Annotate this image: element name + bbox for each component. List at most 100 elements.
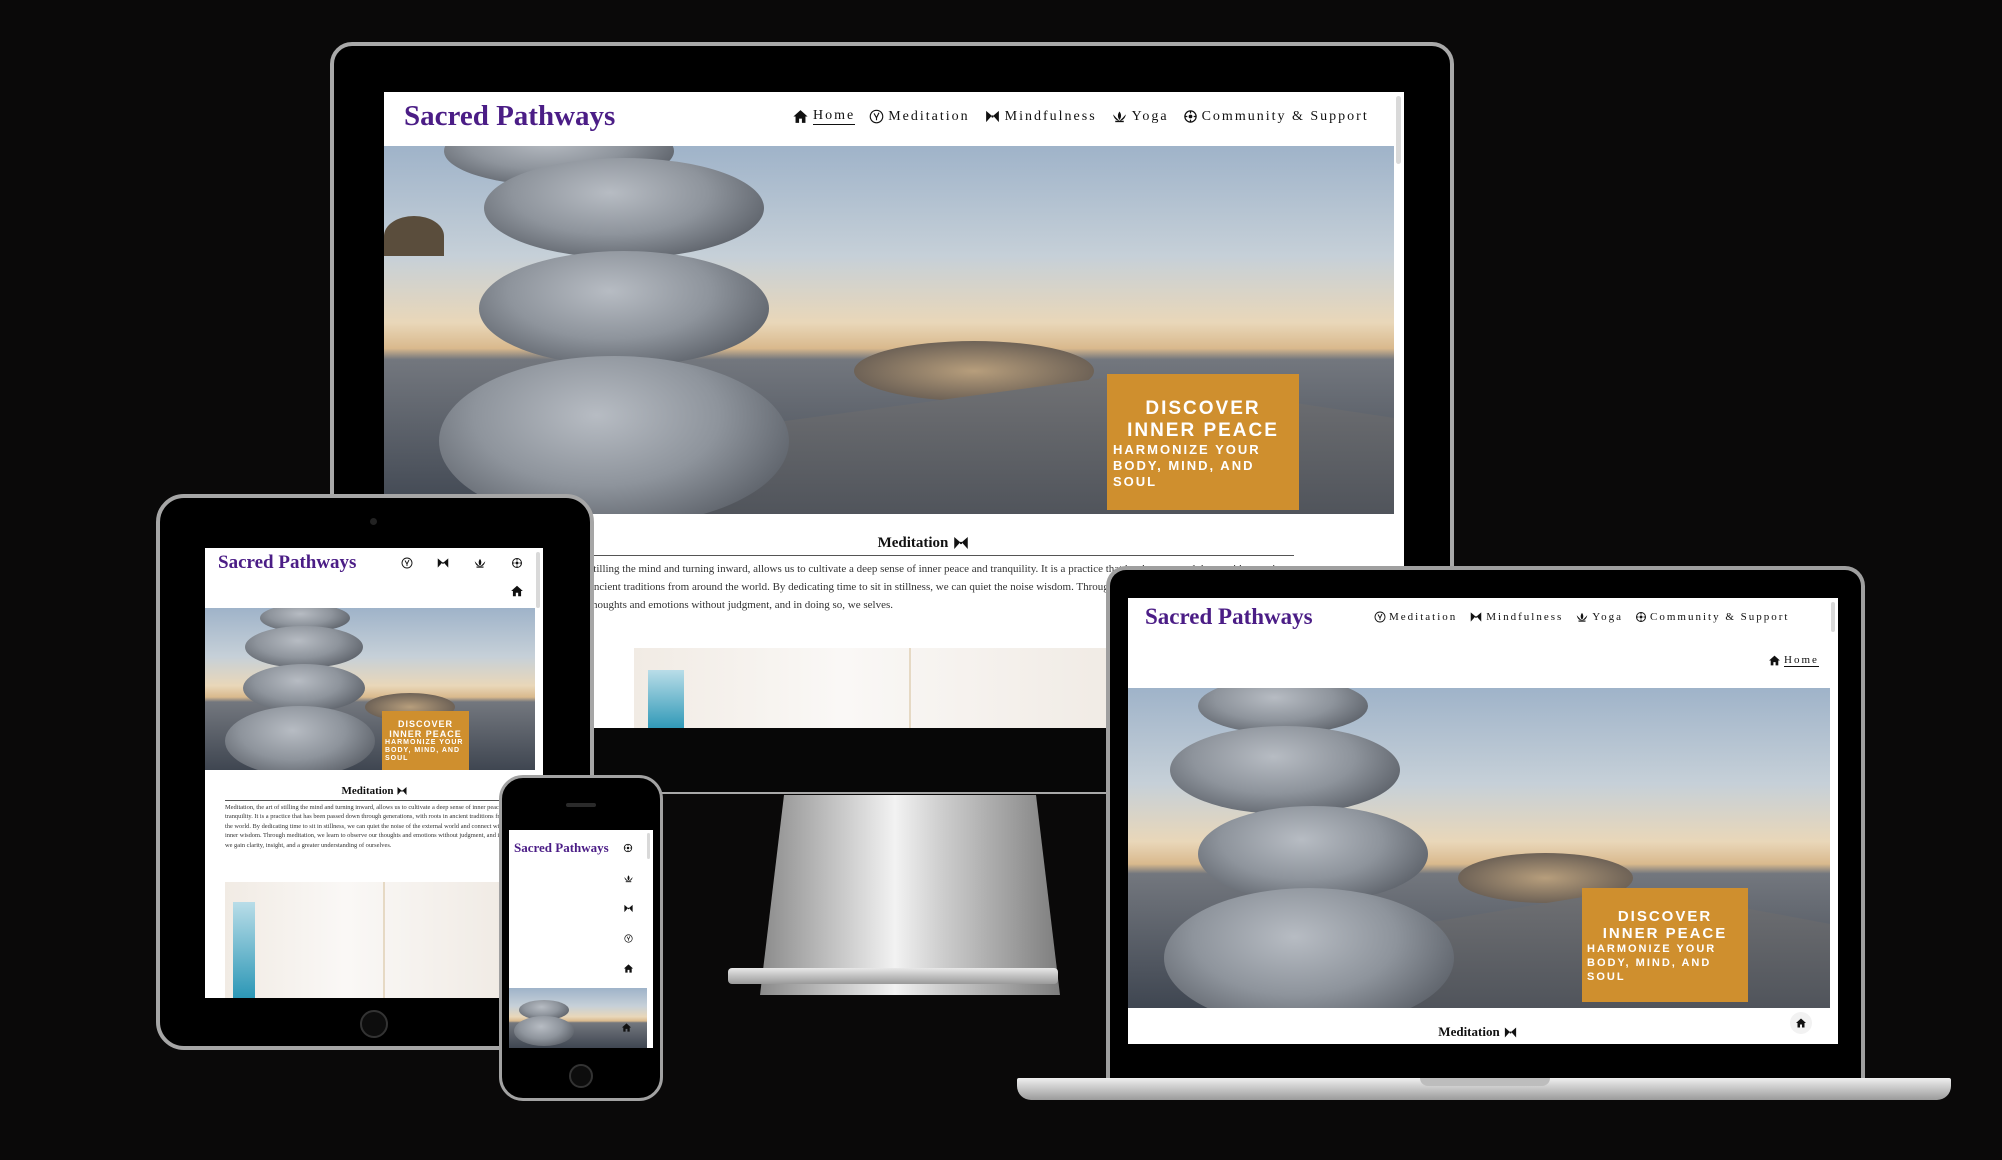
nav-home-row: Home bbox=[1768, 654, 1819, 667]
scrollbar[interactable] bbox=[536, 552, 540, 608]
tablet-home-button[interactable] bbox=[360, 1010, 388, 1038]
nav-community[interactable]: Community & Support bbox=[1183, 109, 1369, 125]
home-icon[interactable] bbox=[621, 1022, 632, 1033]
nav-mindfulness[interactable]: Mindfulness bbox=[984, 108, 1097, 125]
nav-yoga-label: Yoga bbox=[1131, 108, 1169, 124]
site-logo[interactable]: Sacred Pathways bbox=[514, 840, 609, 856]
hero-heading-line2: INNER PEACE bbox=[389, 729, 462, 739]
section-title: Meditation bbox=[764, 534, 1084, 552]
hero-subheading: HARMONIZE YOUR BODY, MIND, AND SOUL bbox=[1587, 943, 1717, 983]
nav-meditation[interactable]: Meditation bbox=[869, 109, 969, 125]
hero-subheading: HARMONIZE YOUR BODY, MIND, AND SOUL bbox=[385, 739, 464, 762]
home-icon[interactable] bbox=[510, 584, 524, 598]
home-icon bbox=[1768, 654, 1781, 667]
stone bbox=[245, 626, 363, 668]
stone bbox=[514, 1016, 574, 1046]
tablet-screen: Sacred Pathways DISCOVER INNER PEACE HAR… bbox=[205, 548, 543, 998]
stone bbox=[484, 158, 764, 258]
scrollbar[interactable] bbox=[1831, 602, 1835, 632]
laptop-screen: Sacred Pathways Meditation Mindfulness Y… bbox=[1128, 598, 1838, 1044]
site-logo[interactable]: Sacred Pathways bbox=[404, 100, 615, 133]
hero-image: DISCOVER INNER PEACE HARMONIZE YOUR BODY… bbox=[1128, 688, 1830, 1008]
section-title: Meditation bbox=[1388, 1024, 1568, 1040]
community-icon bbox=[1183, 109, 1198, 124]
nav-home[interactable]: Home bbox=[792, 108, 856, 125]
decor-image bbox=[634, 648, 1154, 728]
section-title-label: Meditation bbox=[341, 785, 394, 797]
divider bbox=[225, 800, 530, 801]
lotus-icon[interactable] bbox=[473, 556, 487, 570]
nav-home[interactable]: Home bbox=[1768, 654, 1819, 667]
main-nav: Home Meditation Mindfulness Yoga Communi… bbox=[792, 108, 1369, 125]
phone-speaker bbox=[566, 803, 596, 807]
stone bbox=[1170, 726, 1400, 814]
community-icon[interactable] bbox=[623, 843, 633, 853]
mindfulness-icon bbox=[952, 534, 970, 552]
nav-mindfulness-label: Mindfulness bbox=[1486, 611, 1564, 623]
divider bbox=[589, 555, 1294, 556]
section-title-label: Meditation bbox=[1438, 1024, 1500, 1039]
tablet-camera bbox=[370, 518, 377, 525]
decor-image bbox=[225, 882, 525, 998]
section-intro: Meditation, the art of stilling the mind… bbox=[225, 804, 528, 849]
phone-screen: Sacred Pathways bbox=[509, 830, 653, 1048]
hero-heading-line1: DISCOVER bbox=[397, 719, 453, 729]
nav-meditation[interactable]: Meditation bbox=[1374, 611, 1457, 623]
mindfulness-icon[interactable] bbox=[623, 903, 634, 914]
nav-yoga[interactable]: Yoga bbox=[1575, 610, 1623, 624]
meditation-icon[interactable] bbox=[401, 557, 413, 569]
site-logo[interactable]: Sacred Pathways bbox=[218, 552, 356, 574]
mindfulness-icon bbox=[1503, 1025, 1518, 1040]
lotus-icon[interactable] bbox=[623, 873, 634, 884]
nav-meditation-label: Meditation bbox=[888, 108, 970, 124]
nav-mindfulness-label: Mindfulness bbox=[1004, 108, 1097, 124]
stone bbox=[439, 356, 789, 514]
hero-heading-line1: DISCOVER bbox=[1617, 908, 1713, 925]
hero-cta-banner: DISCOVER INNER PEACE HARMONIZE YOUR BODY… bbox=[1582, 888, 1748, 1002]
main-nav: Meditation Mindfulness Yoga Community & … bbox=[1374, 610, 1789, 624]
section-title-label: Meditation bbox=[877, 534, 949, 551]
monitor-stand-foot bbox=[728, 968, 1058, 984]
hero-heading-line1: DISCOVER bbox=[1145, 398, 1261, 419]
home-icon[interactable] bbox=[623, 963, 634, 974]
section-title: Meditation bbox=[300, 785, 450, 797]
laptop-hinge-notch bbox=[1420, 1078, 1550, 1086]
nav-community-label: Community & Support bbox=[1201, 108, 1369, 124]
meditation-icon bbox=[869, 109, 884, 124]
meditation-icon[interactable] bbox=[624, 934, 633, 943]
hero-heading-line2: INNER PEACE bbox=[1602, 925, 1728, 942]
community-icon bbox=[1635, 611, 1647, 623]
nav-yoga[interactable]: Yoga bbox=[1111, 108, 1169, 125]
lotus-icon bbox=[1575, 610, 1589, 624]
nav-meditation-label: Meditation bbox=[1389, 611, 1458, 623]
monitor-stand bbox=[760, 795, 1060, 995]
nav-home-label: Home bbox=[1784, 654, 1819, 667]
hero-subheading: HARMONIZE YOUR BODY, MIND, AND SOUL bbox=[1113, 442, 1261, 489]
nav-community-label: Community & Support bbox=[1650, 611, 1790, 623]
scrollbar[interactable] bbox=[647, 833, 650, 859]
mindfulness-icon bbox=[396, 785, 408, 797]
hero-cta-banner: DISCOVER INNER PEACE HARMONIZE YOUR BODY… bbox=[1107, 374, 1299, 510]
mindfulness-icon bbox=[1469, 610, 1483, 624]
hero-cta-banner: DISCOVER INNER PEACE HARMONIZE YOUR BODY… bbox=[382, 711, 469, 770]
stone bbox=[225, 706, 375, 770]
site-logo[interactable]: Sacred Pathways bbox=[1145, 604, 1313, 630]
back-to-top-button[interactable] bbox=[1790, 1012, 1812, 1034]
community-icon[interactable] bbox=[511, 557, 523, 569]
home-icon bbox=[792, 108, 809, 125]
hero-image bbox=[509, 988, 647, 1048]
meditation-icon bbox=[1374, 611, 1386, 623]
nav-community[interactable]: Community & Support bbox=[1635, 611, 1789, 623]
hero-image: DISCOVER INNER PEACE HARMONIZE YOUR BODY… bbox=[384, 146, 1394, 514]
scrollbar[interactable] bbox=[1396, 96, 1401, 164]
stone bbox=[243, 664, 365, 712]
stone bbox=[479, 251, 769, 366]
hero-heading-line2: INNER PEACE bbox=[1127, 420, 1279, 441]
hero-image: DISCOVER INNER PEACE HARMONIZE YOUR BODY… bbox=[205, 608, 535, 770]
phone-home-button[interactable] bbox=[569, 1064, 593, 1088]
nav-mindfulness[interactable]: Mindfulness bbox=[1469, 610, 1563, 624]
mindfulness-icon[interactable] bbox=[436, 556, 450, 570]
home-icon bbox=[1795, 1017, 1807, 1029]
lotus-icon bbox=[1111, 108, 1128, 125]
mindfulness-icon bbox=[984, 108, 1001, 125]
